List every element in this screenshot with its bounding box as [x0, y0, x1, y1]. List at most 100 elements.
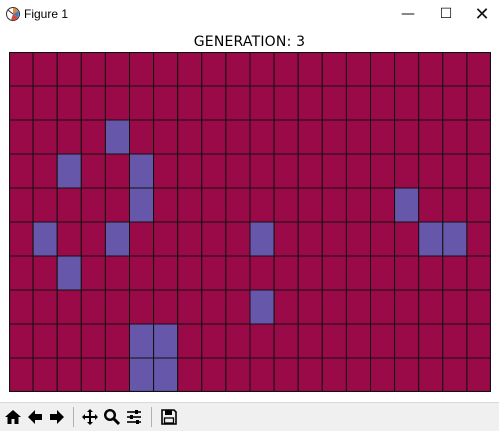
live-cell [129, 323, 155, 359]
dead-cell [345, 221, 371, 257]
dead-cell [9, 323, 34, 359]
dead-cell [273, 255, 299, 291]
dead-cell [153, 221, 179, 257]
dead-cell [129, 85, 155, 121]
dead-cell [394, 323, 420, 359]
dead-cell [321, 119, 347, 155]
dead-cell [129, 221, 155, 257]
dead-cell [56, 323, 82, 359]
dead-cell [201, 52, 227, 87]
dead-cell [201, 323, 227, 359]
dead-cell [9, 255, 34, 291]
dead-cell [104, 153, 131, 189]
dead-cell [177, 357, 203, 392]
dead-cell [129, 289, 155, 325]
dead-cell [32, 323, 58, 359]
dead-cell [466, 357, 491, 392]
dead-cell [80, 187, 106, 223]
life-board[interactable] [9, 52, 491, 392]
dead-cell [104, 52, 131, 87]
live-cell [129, 357, 155, 392]
navigation-toolbar [0, 402, 499, 431]
dead-cell [297, 357, 323, 392]
dead-cell [56, 357, 82, 392]
dead-cell [442, 255, 468, 291]
maximize-button[interactable]: ☐ [428, 0, 464, 28]
dead-cell [321, 85, 347, 121]
toolbar-separator [151, 407, 152, 427]
forward-button[interactable] [46, 406, 68, 428]
matplotlib-app-icon [6, 7, 20, 21]
dead-cell [249, 153, 275, 189]
dead-cell [370, 52, 396, 87]
dead-cell [9, 119, 34, 155]
dead-cell [201, 153, 227, 189]
close-icon: ✕ [474, 3, 490, 25]
dead-cell [9, 289, 34, 325]
dead-cell [418, 52, 444, 87]
window-title: Figure 1 [24, 7, 69, 21]
dead-cell [80, 357, 106, 392]
close-button[interactable]: ✕ [464, 0, 499, 28]
dead-cell [345, 85, 371, 121]
dead-cell [177, 119, 203, 155]
dead-cell [80, 221, 106, 257]
dead-cell [466, 323, 491, 359]
live-cell [32, 221, 58, 257]
dead-cell [394, 85, 420, 121]
zoom-button[interactable] [101, 406, 123, 428]
live-cell [56, 255, 82, 291]
dead-cell [225, 255, 251, 291]
dead-cell [9, 187, 34, 223]
arrow-right-icon [50, 410, 64, 424]
plot-title: GENERATION: 3 [193, 34, 306, 50]
dead-cell [225, 187, 251, 223]
dead-cell [153, 153, 179, 189]
dead-cell [297, 52, 323, 87]
dead-cell [129, 255, 155, 291]
back-button[interactable] [24, 406, 46, 428]
pan-button[interactable] [79, 406, 101, 428]
save-button[interactable] [158, 406, 180, 428]
dead-cell [297, 221, 323, 257]
live-cell [56, 153, 82, 189]
live-cell [153, 357, 179, 392]
dead-cell [466, 221, 491, 257]
dead-cell [9, 85, 34, 121]
dead-cell [418, 85, 444, 121]
dead-cell [9, 52, 34, 87]
live-cell [442, 221, 468, 257]
dead-cell [345, 323, 371, 359]
dead-cell [394, 357, 420, 392]
dead-cell [201, 221, 227, 257]
dead-cell [32, 357, 58, 392]
dead-cell [442, 289, 468, 325]
dead-cell [345, 289, 371, 325]
dead-cell [370, 221, 396, 257]
dead-cell [153, 255, 179, 291]
dead-cell [321, 153, 347, 189]
configure-subplots-button[interactable] [123, 406, 145, 428]
dead-cell [32, 52, 58, 87]
dead-cell [394, 153, 420, 189]
dead-cell [80, 153, 106, 189]
dead-cell [273, 357, 299, 392]
minimize-icon: — [401, 6, 415, 22]
home-button[interactable] [2, 406, 24, 428]
dead-cell [370, 153, 396, 189]
minimize-button[interactable]: — [390, 0, 426, 28]
dead-cell [466, 52, 491, 87]
dead-cell [442, 323, 468, 359]
dead-cell [177, 52, 203, 87]
dead-cell [297, 323, 323, 359]
dead-cell [32, 153, 58, 189]
dead-cell [32, 119, 58, 155]
dead-cell [9, 357, 34, 392]
dead-cell [321, 323, 347, 359]
dead-cell [345, 357, 371, 392]
figure-canvas[interactable]: GENERATION: 3 [0, 28, 499, 402]
dead-cell [370, 187, 396, 223]
magnifier-icon [103, 408, 121, 426]
dead-cell [466, 289, 491, 325]
dead-cell [297, 85, 323, 121]
